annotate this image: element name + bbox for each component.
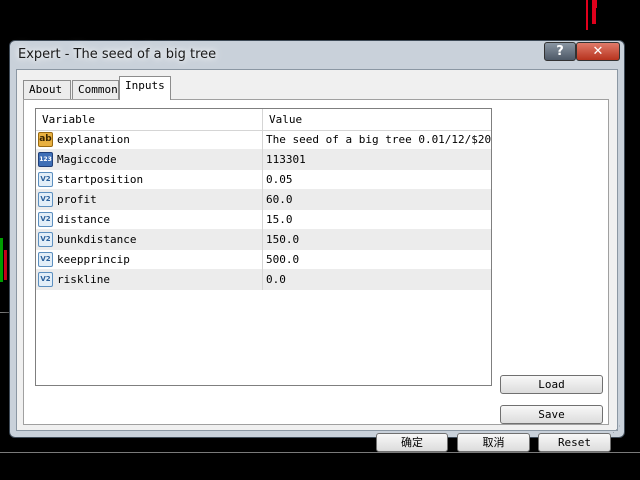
double-type-icon: V2	[38, 272, 53, 287]
double-type-icon: V2	[38, 232, 53, 247]
cancel-button[interactable]: 取消	[457, 433, 530, 452]
value-cell[interactable]: 0.05	[263, 170, 491, 190]
value-cell[interactable]: 150.0	[263, 230, 491, 250]
value-cell[interactable]: 60.0	[263, 190, 491, 210]
variable-name: distance	[57, 213, 110, 226]
table-row[interactable]: V2 startposition 0.05	[36, 170, 491, 190]
variable-cell: V2 riskline	[36, 270, 263, 290]
variable-name: Magiccode	[57, 153, 117, 166]
chart-candle	[4, 250, 7, 280]
table-row[interactable]: 123 Magiccode 113301	[36, 150, 491, 170]
variable-name: explanation	[57, 133, 130, 146]
tab-inputs[interactable]: Inputs	[119, 76, 171, 100]
variable-cell: V2 keepprincip	[36, 250, 263, 270]
close-icon: ✕	[592, 44, 604, 59]
double-type-icon: V2	[38, 172, 53, 187]
string-type-icon: ab	[38, 132, 53, 147]
column-header-variable[interactable]: Variable	[36, 109, 263, 130]
table-row[interactable]: ab explanation The seed of a big tree 0.…	[36, 130, 491, 150]
dialog-client-area: About Common Inputs Variable Value ab ex…	[16, 69, 618, 452]
help-button[interactable]: ?	[544, 42, 576, 61]
chart-grid-line	[0, 312, 9, 313]
window-title: Expert - The seed of a big tree	[18, 47, 217, 62]
inputs-grid: Variable Value ab explanation The seed o…	[35, 108, 492, 386]
variable-name: profit	[57, 193, 97, 206]
chart-grid-line	[0, 452, 640, 453]
title-bar[interactable]: Expert - The seed of a big tree ? ✕	[10, 41, 624, 69]
integer-type-icon: 123	[38, 152, 53, 167]
variable-name: keepprincip	[57, 253, 130, 266]
value-cell[interactable]: 15.0	[263, 210, 491, 230]
ok-button[interactable]: 确定	[376, 433, 448, 452]
variable-cell: V2 profit	[36, 190, 263, 210]
table-row[interactable]: V2 keepprincip 500.0	[36, 250, 491, 270]
double-type-icon: V2	[38, 192, 53, 207]
value-cell[interactable]: The seed of a big tree 0.01/12/$2000	[263, 130, 491, 150]
double-type-icon: V2	[38, 212, 53, 227]
resize-grip-icon[interactable]: ⋰	[612, 425, 622, 435]
grid-header: Variable Value	[36, 109, 491, 131]
chart-candle	[586, 0, 588, 30]
variable-name: riskline	[57, 273, 110, 286]
tab-common[interactable]: Common	[72, 80, 119, 99]
table-row[interactable]: V2 distance 15.0	[36, 210, 491, 230]
variable-cell: 123 Magiccode	[36, 150, 263, 170]
variable-cell: V2 distance	[36, 210, 263, 230]
save-button[interactable]: Save	[500, 405, 603, 424]
tab-about[interactable]: About	[23, 80, 71, 99]
table-row[interactable]: V2 bunkdistance 150.0	[36, 230, 491, 250]
chart-candle	[0, 238, 3, 282]
value-cell[interactable]: 500.0	[263, 250, 491, 270]
table-row[interactable]: V2 riskline 0.0	[36, 270, 491, 290]
reset-button[interactable]: Reset	[538, 433, 611, 452]
variable-name: startposition	[57, 173, 144, 186]
double-type-icon: V2	[38, 252, 53, 267]
close-button[interactable]: ✕	[576, 42, 620, 61]
value-cell[interactable]: 0.0	[263, 270, 491, 290]
load-button[interactable]: Load	[500, 375, 603, 394]
variable-name: bunkdistance	[57, 233, 137, 246]
chart-candle	[596, 0, 597, 8]
column-header-value[interactable]: Value	[263, 109, 491, 130]
variable-cell: ab explanation	[36, 130, 263, 150]
table-row[interactable]: V2 profit 60.0	[36, 190, 491, 210]
variable-cell: V2 startposition	[36, 170, 263, 190]
variable-cell: V2 bunkdistance	[36, 230, 263, 250]
value-cell[interactable]: 113301	[263, 150, 491, 170]
expert-dialog: Expert - The seed of a big tree ? ✕ Abou…	[9, 40, 625, 452]
